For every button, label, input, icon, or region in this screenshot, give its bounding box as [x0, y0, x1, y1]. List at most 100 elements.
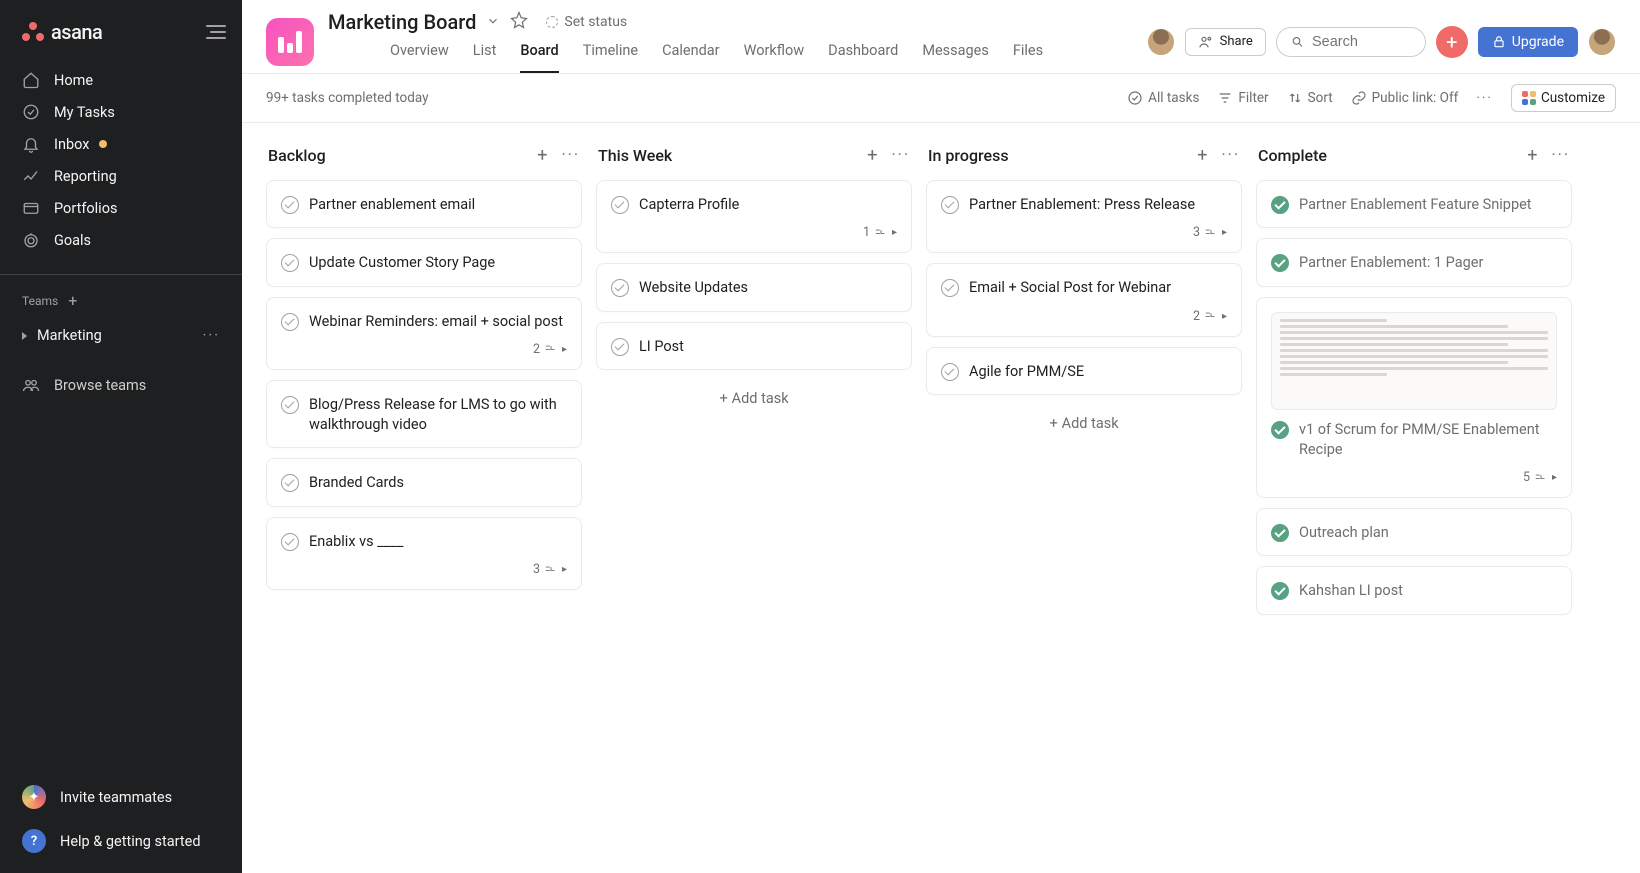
tab-overview[interactable]: Overview: [390, 36, 449, 73]
task-card[interactable]: v1 of Scrum for PMM/SE Enablement Recipe…: [1256, 297, 1572, 499]
global-add-button[interactable]: +: [1436, 26, 1468, 58]
nav-item-reporting[interactable]: Reporting: [0, 160, 242, 192]
logo-icon: [22, 22, 44, 42]
task-card[interactable]: Update Customer Story Page: [266, 238, 582, 286]
card-title: Branded Cards: [309, 473, 404, 493]
complete-check-icon[interactable]: [1271, 254, 1289, 272]
tab-calendar[interactable]: Calendar: [662, 36, 720, 73]
column-more-icon[interactable]: ···: [561, 145, 580, 166]
add-card-icon[interactable]: +: [867, 145, 877, 166]
help-icon: ?: [22, 829, 46, 853]
tab-files[interactable]: Files: [1013, 36, 1043, 73]
tab-board[interactable]: Board: [520, 36, 558, 73]
chevron-right-icon: ▸: [892, 227, 897, 238]
card-title: Partner enablement email: [309, 195, 475, 215]
nav-item-inbox[interactable]: Inbox: [0, 128, 242, 160]
task-card[interactable]: Kahshan LI post: [1256, 566, 1572, 614]
card-title: Webinar Reminders: email + social post: [309, 312, 563, 332]
complete-check-icon[interactable]: [281, 474, 299, 492]
teams-header[interactable]: Teams +: [0, 289, 242, 320]
tab-messages[interactable]: Messages: [922, 36, 989, 73]
task-card[interactable]: Partner Enablement: Press Release3▸: [926, 180, 1242, 253]
task-card[interactable]: Enablix vs ____3▸: [266, 517, 582, 590]
project-icon[interactable]: [266, 18, 314, 66]
complete-check-icon[interactable]: [941, 196, 959, 214]
filter-button[interactable]: Filter: [1217, 90, 1268, 106]
complete-check-icon[interactable]: [1271, 421, 1289, 439]
user-avatar[interactable]: [1588, 28, 1616, 56]
task-card[interactable]: Partner Enablement Feature Snippet: [1256, 180, 1572, 228]
add-card-icon[interactable]: +: [537, 145, 547, 166]
set-status-button[interactable]: Set status: [546, 14, 627, 30]
sort-button[interactable]: Sort: [1287, 90, 1333, 106]
complete-check-icon[interactable]: [611, 338, 629, 356]
share-button[interactable]: Share: [1185, 28, 1266, 56]
task-card[interactable]: Agile for PMM/SE: [926, 347, 1242, 395]
complete-check-icon[interactable]: [281, 313, 299, 331]
task-card[interactable]: Blog/Press Release for LMS to go with wa…: [266, 380, 582, 449]
tab-timeline[interactable]: Timeline: [583, 36, 638, 73]
complete-check-icon[interactable]: [941, 279, 959, 297]
more-options-button[interactable]: ···: [1476, 90, 1493, 106]
complete-check-icon[interactable]: [281, 254, 299, 272]
subtask-icon: [1534, 473, 1548, 483]
task-card[interactable]: Website Updates: [596, 263, 912, 311]
complete-check-icon[interactable]: [941, 363, 959, 381]
add-card-icon[interactable]: +: [1527, 145, 1537, 166]
task-card[interactable]: Partner Enablement: 1 Pager: [1256, 238, 1572, 286]
complete-check-icon[interactable]: [1271, 524, 1289, 542]
column-more-icon[interactable]: ···: [1221, 145, 1240, 166]
task-card[interactable]: LI Post: [596, 322, 912, 370]
column-more-icon[interactable]: ···: [1551, 145, 1570, 166]
complete-check-icon[interactable]: [611, 196, 629, 214]
complete-check-icon[interactable]: [281, 533, 299, 551]
complete-check-icon[interactable]: [281, 396, 299, 414]
tab-dashboard[interactable]: Dashboard: [828, 36, 898, 73]
task-card[interactable]: Webinar Reminders: email + social post2▸: [266, 297, 582, 370]
public-link-button[interactable]: Public link: Off: [1351, 90, 1459, 106]
subtask-icon: [544, 344, 558, 354]
project-menu-chevron-icon[interactable]: [486, 13, 500, 32]
member-avatar[interactable]: [1147, 28, 1175, 56]
search-box[interactable]: [1276, 27, 1426, 57]
column-more-icon[interactable]: ···: [891, 145, 910, 166]
customize-button[interactable]: Customize: [1511, 84, 1616, 112]
task-card[interactable]: Partner enablement email: [266, 180, 582, 228]
complete-check-icon[interactable]: [281, 196, 299, 214]
sidebar-toggle-icon[interactable]: [206, 25, 226, 39]
complete-check-icon[interactable]: [611, 279, 629, 297]
card-subtask-count: 3▸: [281, 562, 567, 577]
search-input[interactable]: [1312, 34, 1411, 50]
team-more-icon[interactable]: ···: [203, 327, 220, 344]
browse-teams-button[interactable]: Browse teams: [0, 369, 242, 401]
add-card-icon[interactable]: +: [1197, 145, 1207, 166]
task-card[interactable]: Capterra Profile1▸: [596, 180, 912, 253]
team-item-marketing[interactable]: Marketing ···: [0, 320, 242, 351]
column-title: Complete: [1258, 146, 1327, 165]
star-icon[interactable]: [510, 11, 528, 33]
nav-item-goals[interactable]: Goals: [0, 224, 242, 256]
complete-check-icon[interactable]: [1271, 196, 1289, 214]
card-title: Email + Social Post for Webinar: [969, 278, 1171, 298]
asana-logo[interactable]: asana: [22, 20, 102, 44]
help-button[interactable]: ? Help & getting started: [0, 819, 242, 863]
task-card[interactable]: Outreach plan: [1256, 508, 1572, 556]
task-card[interactable]: Email + Social Post for Webinar2▸: [926, 263, 1242, 336]
all-tasks-button[interactable]: All tasks: [1127, 90, 1199, 106]
task-card[interactable]: Branded Cards: [266, 458, 582, 506]
tab-list[interactable]: List: [473, 36, 497, 73]
nav-item-home[interactable]: Home: [0, 64, 242, 96]
upgrade-button[interactable]: Upgrade: [1478, 27, 1578, 57]
add-task-button[interactable]: +Add task: [596, 380, 912, 417]
help-label: Help & getting started: [60, 833, 201, 850]
nav-item-my-tasks[interactable]: My Tasks: [0, 96, 242, 128]
customize-label: Customize: [1541, 90, 1605, 106]
card-title: Blog/Press Release for LMS to go with wa…: [309, 395, 567, 436]
main: Marketing Board Set status OverviewListB…: [242, 0, 1640, 873]
nav-item-portfolios[interactable]: Portfolios: [0, 192, 242, 224]
add-team-icon[interactable]: +: [68, 291, 77, 310]
invite-teammates-button[interactable]: ✦ Invite teammates: [0, 775, 242, 819]
tab-workflow[interactable]: Workflow: [744, 36, 805, 73]
complete-check-icon[interactable]: [1271, 582, 1289, 600]
add-task-button[interactable]: +Add task: [926, 405, 1242, 442]
